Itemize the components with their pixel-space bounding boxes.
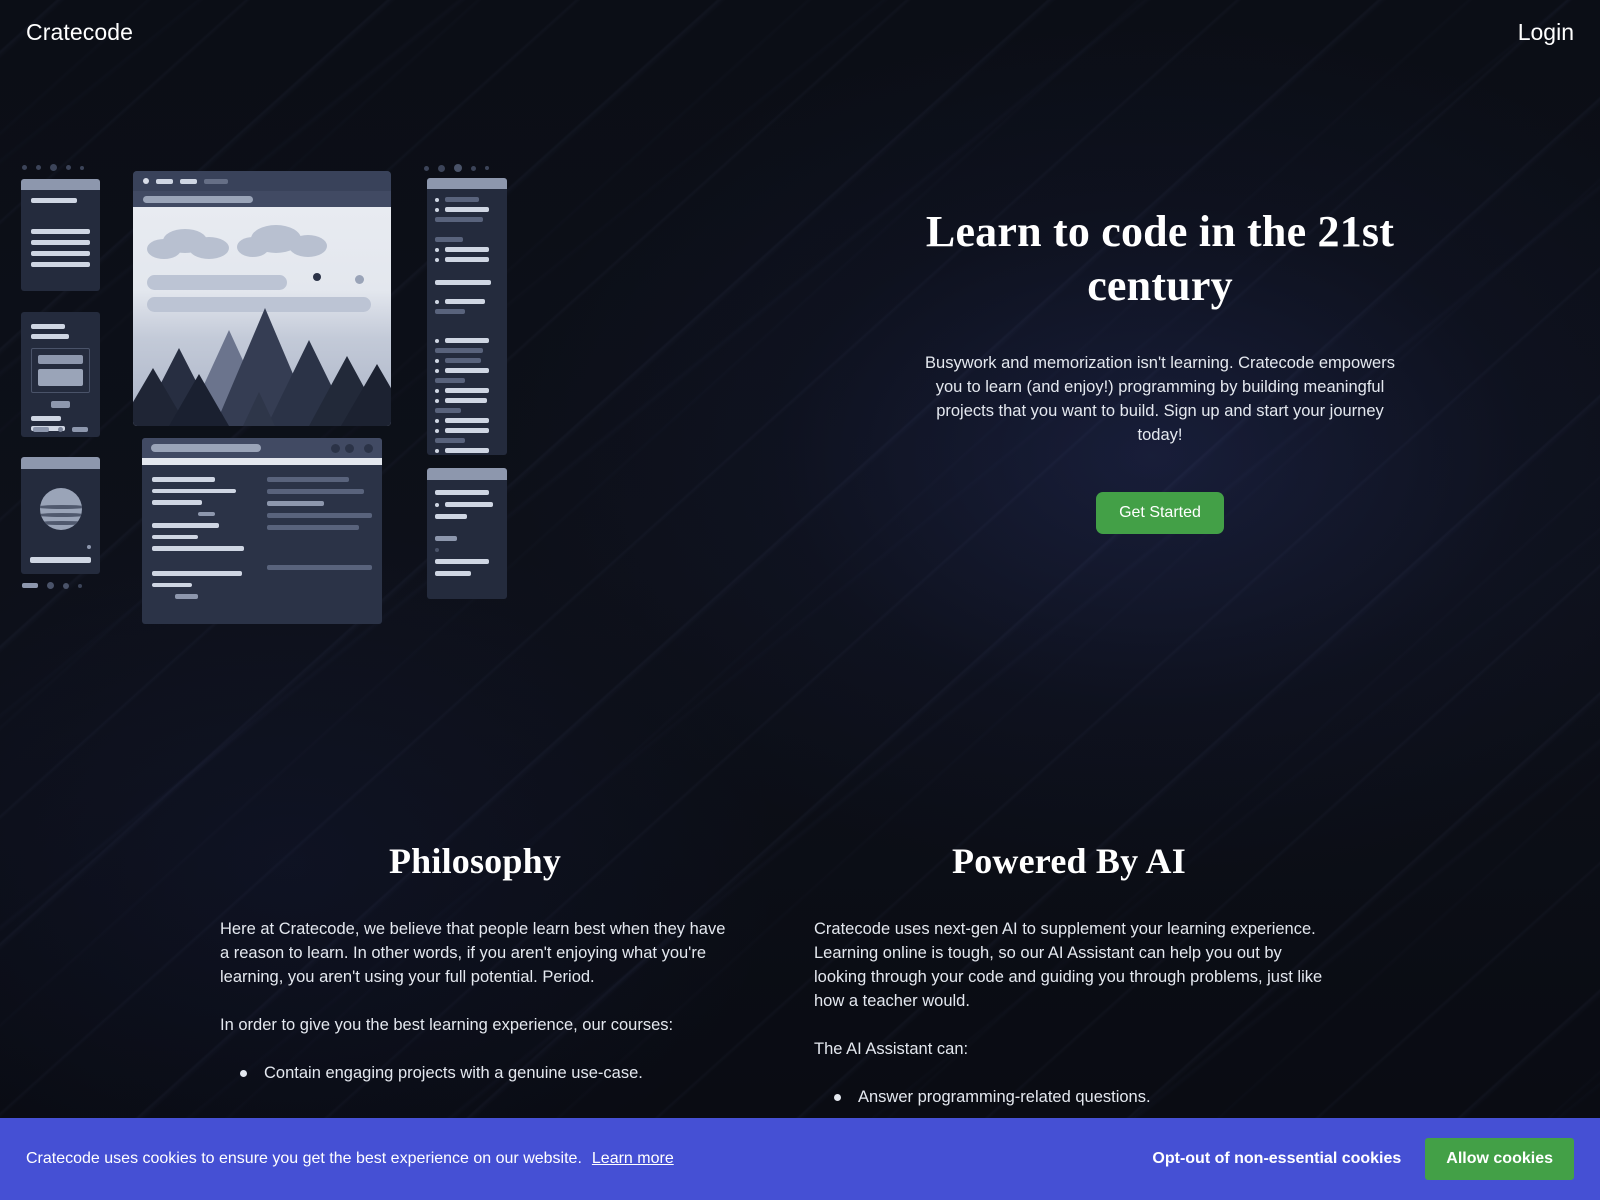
hero-section: Learn to code in the 21st century Busywo… bbox=[0, 150, 1600, 750]
browser-titlebar bbox=[133, 171, 391, 191]
planet-graphic bbox=[40, 488, 82, 530]
phone-top-dots bbox=[22, 164, 84, 171]
mockup-phone-form bbox=[21, 312, 100, 437]
hero-copy: Learn to code in the 21st century Busywo… bbox=[720, 150, 1600, 535]
panel-top-dots bbox=[424, 164, 489, 172]
ai-paragraph-1: Cratecode uses next-gen AI to supplement… bbox=[814, 920, 1323, 1010]
landscape-scene bbox=[133, 207, 391, 426]
cookie-learn-more-link[interactable]: Learn more bbox=[592, 1150, 674, 1167]
page-root: Cratecode Login Learn to code in the 21s… bbox=[0, 0, 1600, 1200]
content-sections: Philosophy Here at Cratecode, we believe… bbox=[0, 840, 1600, 1126]
philosophy-column: Philosophy Here at Cratecode, we believe… bbox=[220, 840, 730, 1126]
hero-illustration bbox=[0, 150, 720, 710]
browser-urlbar bbox=[133, 191, 391, 207]
editor-titlebar bbox=[142, 438, 382, 458]
cookie-optout-button[interactable]: Opt-out of non-essential cookies bbox=[1152, 1150, 1401, 1168]
mockup-lesson-list bbox=[427, 178, 507, 455]
mockup-browser-landscape bbox=[133, 171, 391, 426]
ai-bullet-list: Answer programming-related questions. bbox=[814, 1086, 1324, 1110]
hero-subtitle: Busywork and memorization isn't learning… bbox=[925, 354, 1395, 445]
mockup-code-editor bbox=[142, 438, 382, 624]
login-link[interactable]: Login bbox=[1518, 19, 1574, 46]
cookie-allow-button[interactable]: Allow cookies bbox=[1425, 1138, 1574, 1180]
list-item: Answer programming-related questions. bbox=[814, 1086, 1324, 1110]
philosophy-paragraph-2: In order to give you the best learning e… bbox=[220, 1015, 674, 1034]
brand-logo[interactable]: Cratecode bbox=[26, 19, 133, 46]
ai-column: Powered By AI Cratecode uses next-gen AI… bbox=[814, 840, 1324, 1126]
list-item: Contain engaging projects with a genuine… bbox=[220, 1062, 730, 1086]
ai-paragraph-2: The AI Assistant can: bbox=[814, 1039, 969, 1058]
philosophy-bullet-list: Contain engaging projects with a genuine… bbox=[220, 1062, 730, 1086]
editor-left-column bbox=[152, 477, 257, 600]
philosophy-title: Philosophy bbox=[388, 841, 562, 881]
philosophy-paragraph-1: Here at Cratecode, we believe that peopl… bbox=[220, 920, 726, 986]
cookie-consent-banner: Cratecode uses cookies to ensure you get… bbox=[0, 1118, 1600, 1200]
phone-bottom-dots bbox=[22, 582, 82, 589]
editor-right-column bbox=[267, 477, 372, 599]
cookie-actions: Opt-out of non-essential cookies Allow c… bbox=[1152, 1138, 1574, 1180]
mockup-side-panel bbox=[427, 468, 507, 599]
site-header: Cratecode Login bbox=[0, 0, 1600, 64]
cookie-message-wrap: Cratecode uses cookies to ensure you get… bbox=[26, 1150, 674, 1168]
get-started-button[interactable]: Get Started bbox=[1096, 492, 1224, 535]
page-title: Learn to code in the 21st century bbox=[925, 207, 1395, 310]
ai-title: Powered By AI bbox=[952, 841, 1186, 881]
mockup-phone-article bbox=[21, 179, 100, 291]
mockup-phone-media bbox=[21, 457, 100, 574]
cookie-message: Cratecode uses cookies to ensure you get… bbox=[26, 1150, 582, 1167]
